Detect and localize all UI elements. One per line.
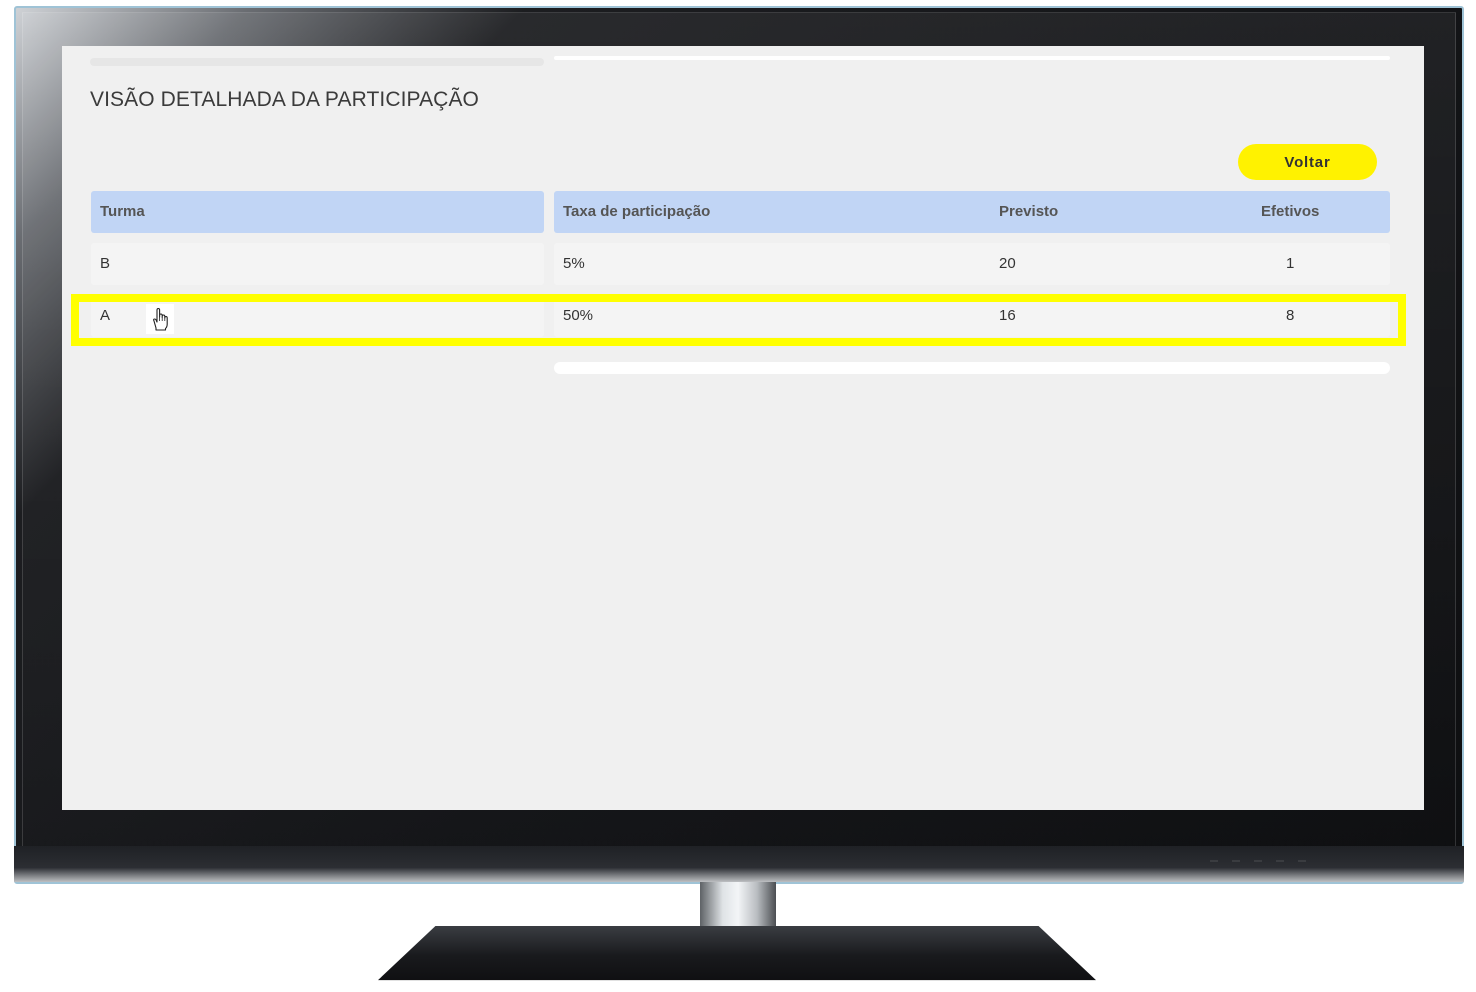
table-row[interactable]: 5% 20 1 [554,243,1390,285]
top-scrollbar-right[interactable] [554,56,1390,60]
cell-efetivos: 8 [1286,307,1295,324]
cell-efetivos: 1 [1286,255,1295,272]
monitor-control-buttons [1210,860,1370,864]
cell-turma: A [100,307,111,324]
monitor-button [1276,860,1284,862]
cell-taxa: 5% [563,255,585,272]
table-header-main: Taxa de participação Previsto Efetivos [554,191,1390,233]
back-button[interactable]: Voltar [1238,144,1377,180]
monitor-button [1210,860,1218,862]
top-scrollbar-left[interactable] [90,58,544,66]
monitor-button [1232,860,1240,862]
column-header-taxa[interactable]: Taxa de participação [563,203,710,220]
monitor-button [1298,860,1306,862]
bezel-bottom-strip [14,846,1464,882]
monitor-button [1254,860,1262,862]
cell-previsto: 16 [999,307,1016,324]
column-header-turma: Turma [100,203,145,220]
table-header-turma[interactable]: Turma [91,191,544,233]
hand-pointer-icon [146,304,174,334]
column-header-efetivos[interactable]: Efetivos [1261,203,1319,220]
cell-turma: B [100,255,111,272]
cell-previsto: 20 [999,255,1016,272]
screen: VISÃO DETALHADA DA PARTICIPAÇÃO Voltar T… [62,46,1424,810]
hand-pointer-icon-svg [153,307,168,331]
cell-taxa: 50% [563,307,594,324]
horizontal-scrollbar[interactable] [554,362,1390,374]
page-title: VISÃO DETALHADA DA PARTICIPAÇÃO [90,88,479,111]
table-row-turma[interactable]: B [91,243,544,285]
table-row[interactable]: 50% 16 8 [554,295,1390,337]
monitor-stand-base [378,926,1096,981]
column-header-previsto[interactable]: Previsto [999,203,1058,220]
